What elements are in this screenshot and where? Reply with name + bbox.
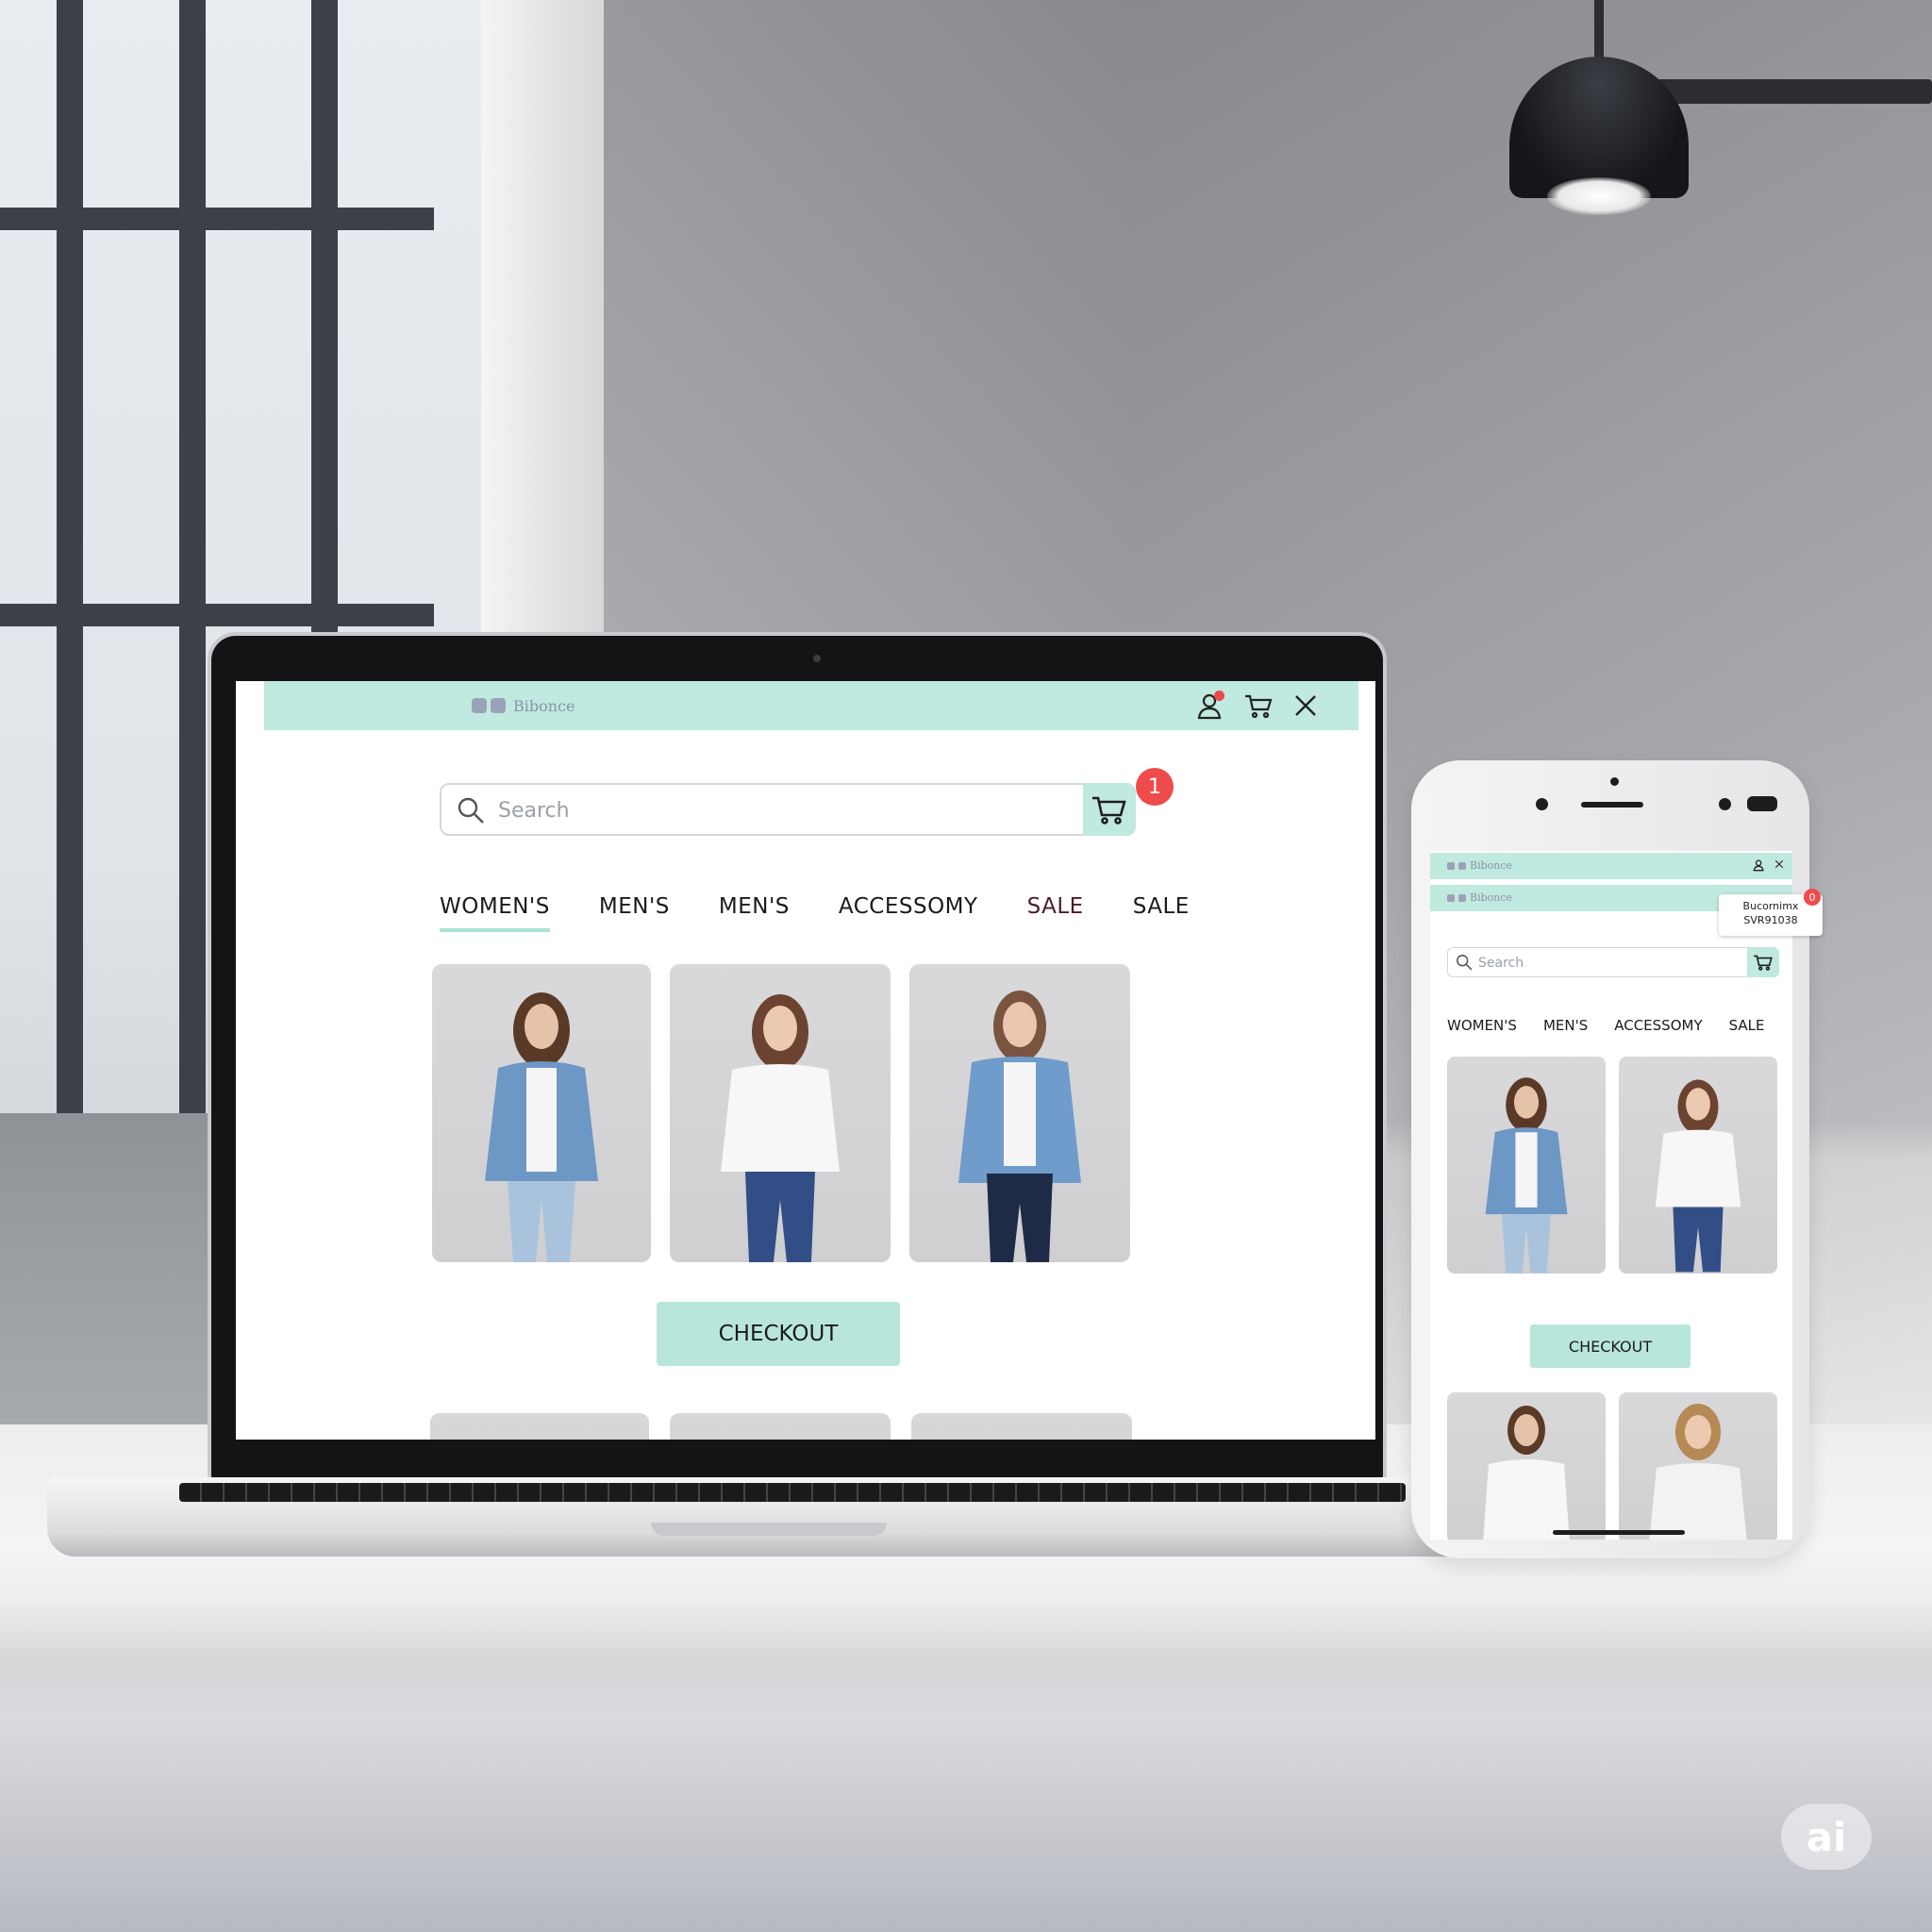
brand-logo[interactable]: Bibonce (472, 696, 575, 715)
phone-speaker (1581, 802, 1643, 808)
brand-name: Bibonce (513, 696, 575, 715)
phone-nav-sale[interactable]: SALE (1729, 1017, 1765, 1034)
phone-search-input[interactable] (1478, 954, 1733, 973)
phone-notification-badge: 0 (1804, 889, 1821, 906)
phone-category-nav: WOMEN'S MEN'S ACCESSOMY SALE (1447, 1017, 1765, 1034)
search-cart-button[interactable] (1083, 783, 1136, 836)
window-frame (0, 208, 434, 230)
category-nav: WOMEN'S MEN'S MEN'S ACCESSOMY SALE SALE (440, 894, 1190, 932)
close-button[interactable] (1291, 691, 1321, 721)
product-photo-denim-jacket (1485, 1077, 1568, 1274)
desk-shadow (0, 1604, 1932, 1717)
phone-brand-name: Bibonce (1470, 891, 1513, 904)
phone-nav-mens[interactable]: MEN'S (1543, 1017, 1588, 1034)
product-card[interactable] (670, 964, 891, 1262)
window-frame (57, 0, 83, 1113)
nav-mens[interactable]: MEN'S (599, 894, 670, 932)
tooltip-line-2: SVR91038 (1743, 914, 1798, 926)
product-photo-denim-jacket-dark-jeans (958, 991, 1081, 1262)
top-bar: Bibonce (264, 681, 1358, 730)
nav-sale[interactable]: SALE (1027, 894, 1084, 932)
product-photo-white-blouse (721, 994, 840, 1262)
lamp-bulb (1547, 177, 1651, 215)
product-card[interactable] (1619, 1392, 1777, 1540)
phone-screen: Bibonce Bibonce WOMEN'S MEN'S ACCESSOMY … (1430, 851, 1792, 1540)
close-icon[interactable] (1774, 858, 1785, 870)
nav-womens[interactable]: WOMEN'S (440, 894, 550, 932)
product-card[interactable] (1619, 1057, 1777, 1274)
phone-nav-womens[interactable]: WOMEN'S (1447, 1017, 1517, 1034)
cart-icon (1092, 796, 1126, 824)
laptop-camera (813, 655, 821, 662)
phone-brand-name: Bibonce (1470, 859, 1513, 872)
product-card[interactable] (1447, 1057, 1606, 1274)
laptop-notch (651, 1523, 887, 1536)
nav-accessories[interactable]: ACCESSOMY (839, 894, 978, 932)
phone-sensor (1719, 798, 1731, 810)
product-card[interactable] (432, 964, 651, 1262)
product-photo-white-tee (1483, 1406, 1570, 1540)
phone-sensor (1536, 798, 1548, 810)
search-input[interactable] (498, 794, 1045, 826)
phone-brand[interactable]: Bibonce (1447, 891, 1512, 904)
account-badge (1214, 691, 1224, 701)
product-photo-white-blouse (1655, 1079, 1741, 1273)
product-photo-denim-jacket (485, 992, 598, 1262)
product-card[interactable] (911, 1413, 1132, 1440)
product-card[interactable] (430, 1413, 649, 1440)
search-icon (1457, 955, 1473, 971)
product-card[interactable] (1447, 1392, 1606, 1540)
phone-home-indicator[interactable] (1553, 1530, 1685, 1535)
user-icon[interactable] (1753, 858, 1766, 872)
search-bar (440, 783, 1136, 836)
close-icon (1295, 695, 1316, 716)
cart-icon (1245, 694, 1273, 719)
account-button[interactable] (1196, 691, 1226, 721)
product-grid (432, 964, 1130, 1262)
laptop-screen: Bibonce Search 1 WOMEN'S MEN'S MEN'S ACC… (236, 681, 1375, 1440)
phone-top-bar: Bibonce (1430, 853, 1792, 879)
top-bar-actions (1196, 691, 1321, 721)
cart-icon (1754, 955, 1773, 971)
phone-sensor (1747, 796, 1777, 811)
product-card[interactable] (909, 964, 1130, 1262)
ai-watermark: ai (1781, 1804, 1872, 1870)
window-frame (0, 604, 434, 626)
laptop-keyboard (179, 1483, 1406, 1502)
phone-cart-button[interactable] (1747, 947, 1779, 977)
cart-link[interactable] (1243, 691, 1274, 721)
logo-mark (472, 698, 506, 713)
phone-checkout-button[interactable]: CHECKOUT (1530, 1324, 1690, 1368)
phone-camera (1610, 777, 1619, 786)
nav-sale-2[interactable]: SALE (1133, 894, 1190, 932)
product-grid-row-2 (430, 1413, 1132, 1440)
product-photo-white-blouse-blonde (1649, 1404, 1747, 1540)
phone-product-grid-row-2 (1447, 1392, 1777, 1540)
phone-top-actions (1753, 858, 1785, 872)
checkout-button[interactable]: CHECKOUT (657, 1302, 900, 1366)
nav-mens-2[interactable]: MEN'S (719, 894, 790, 932)
search-icon (458, 797, 484, 824)
cart-count-badge: 1 (1136, 768, 1174, 806)
phone-nav-accessories[interactable]: ACCESSOMY (1614, 1017, 1702, 1034)
phone-brand[interactable]: Bibonce (1447, 859, 1512, 872)
window-frame (179, 0, 206, 1113)
phone-product-grid (1447, 1057, 1777, 1274)
product-card[interactable] (670, 1413, 891, 1440)
phone-search-bar (1447, 947, 1779, 977)
